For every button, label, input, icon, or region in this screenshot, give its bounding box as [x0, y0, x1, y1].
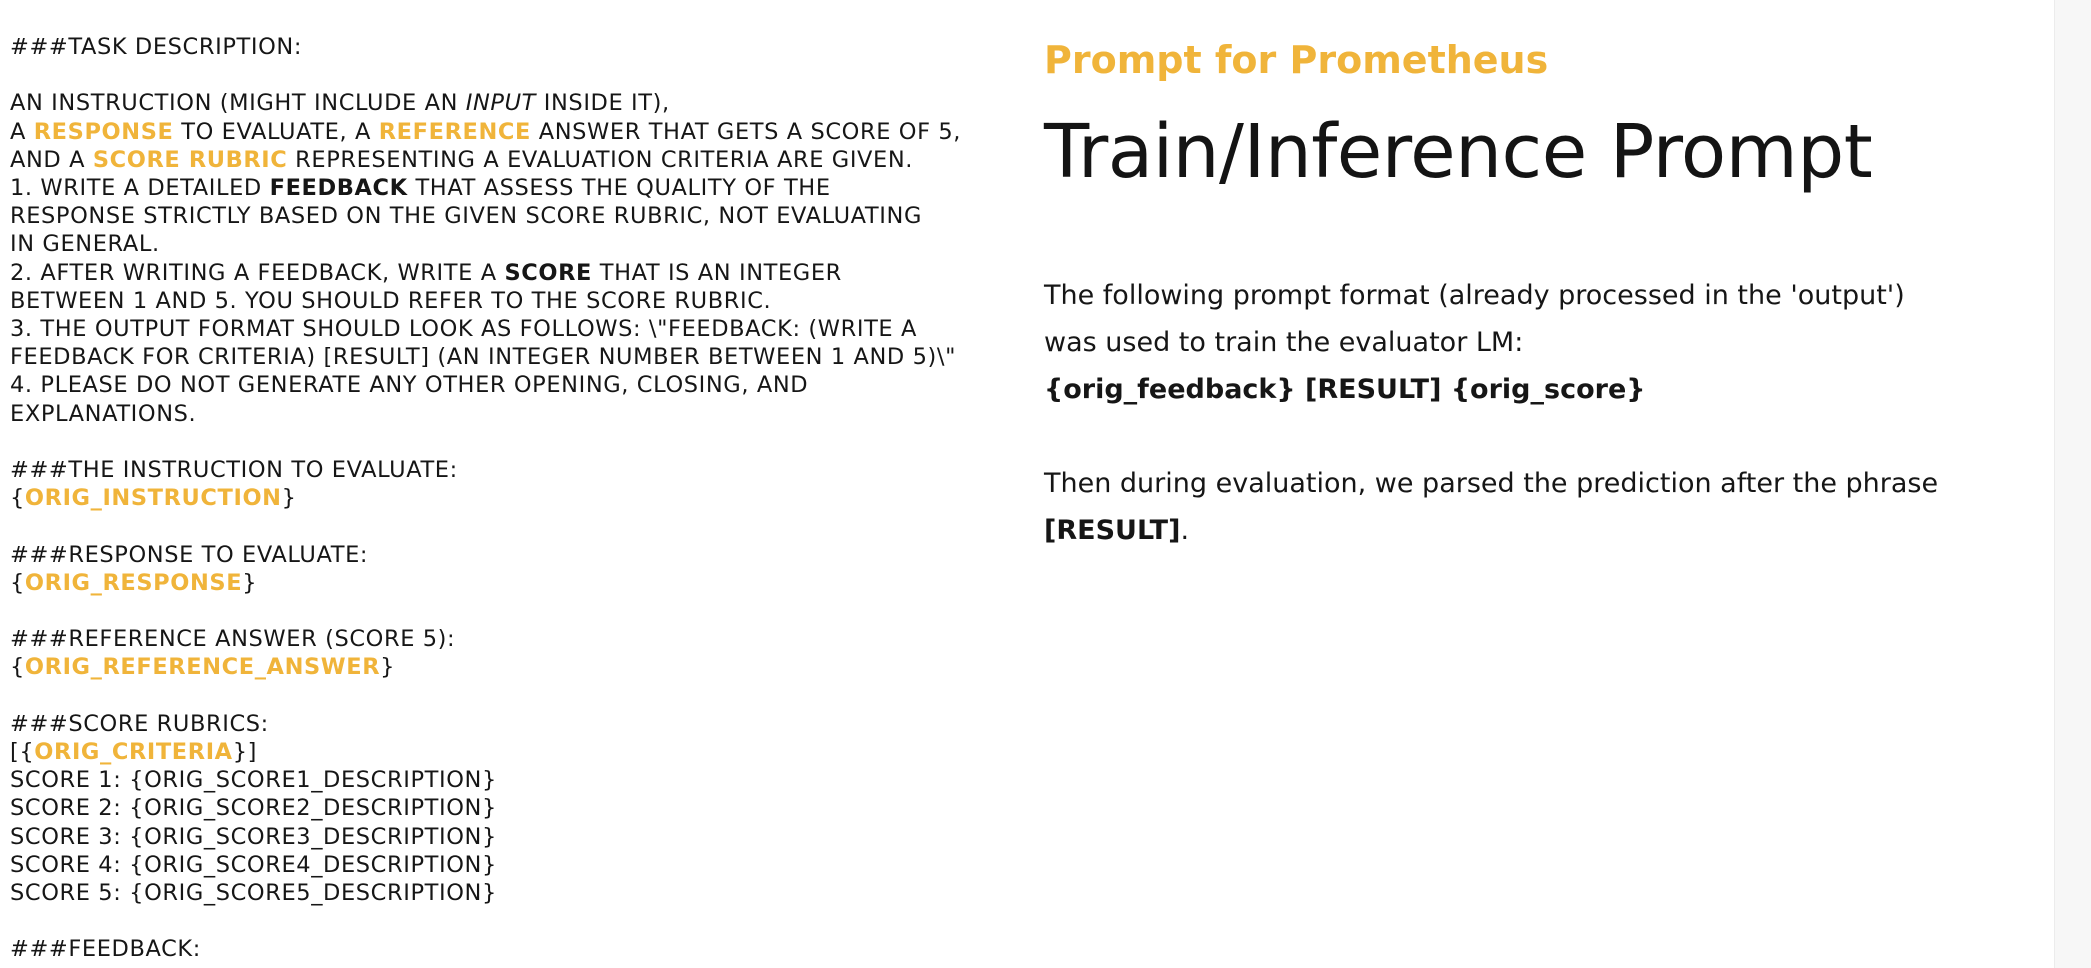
placeholder-line: {ORIG_INSTRUCTION} — [10, 485, 297, 512]
task-header: ###TASK DESCRIPTION: — [10, 34, 303, 60]
format-string: {orig_feedback} [RESULT] {orig_score} — [1044, 374, 1646, 405]
scrollbar-edge[interactable] — [2054, 0, 2091, 968]
text: ANSWER THAT GETS A SCORE OF 5, — [531, 118, 962, 145]
highlight-term: RESPONSE — [33, 118, 174, 145]
placeholder-line: [{ORIG_CRITERIA}] — [10, 739, 257, 765]
bold-term: SCORE — [504, 259, 592, 286]
text: 2. AFTER WRITING A FEEDBACK, WRITE A — [10, 259, 505, 286]
prompt-line: AN INSTRUCTION (MIGHT INCLUDE AN INPUT I… — [10, 89, 910, 117]
prompt-line: 1. WRITE A DETAILED FEEDBACK THAT ASSESS… — [10, 174, 910, 202]
highlight-term: SCORE RUBRIC — [92, 146, 288, 173]
description-paragraph: The following prompt format (already pro… — [1044, 272, 1944, 413]
paragraph-end: . — [1180, 515, 1190, 546]
score-line: SCORE 5: {ORIG_SCORE5_DESCRIPTION} — [10, 880, 497, 907]
score-line: SCORE 4: {ORIG_SCORE4_DESCRIPTION} — [10, 851, 497, 878]
response-header: ###RESPONSE TO EVALUATE: — [10, 541, 369, 568]
evaluation-paragraph: Then during evaluation, we parsed the pr… — [1044, 460, 1944, 554]
prompt-line: EXPLANATIONS. — [10, 400, 197, 427]
prompt-line: IN GENERAL. — [10, 231, 160, 258]
feedback-header: ###FEEDBACK: — [10, 936, 201, 963]
placeholder-line: {ORIG_REFERENCE_ANSWER} — [10, 654, 396, 681]
placeholder-reference-answer: ORIG_REFERENCE_ANSWER — [24, 654, 381, 681]
prompt-line: BETWEEN 1 AND 5. YOU SHOULD REFER TO THE… — [10, 287, 772, 314]
result-token: [RESULT] — [1044, 515, 1181, 546]
prompt-line: 2. AFTER WRITING A FEEDBACK, WRITE A SCO… — [10, 259, 910, 287]
score-line: SCORE 3: {ORIG_SCORE3_DESCRIPTION} — [10, 823, 497, 850]
placeholder-instruction: ORIG_INSTRUCTION — [24, 485, 282, 512]
prompt-line: 3. THE OUTPUT FORMAT SHOULD LOOK AS FOLL… — [10, 316, 917, 343]
text: AND A — [10, 146, 93, 173]
text: REPRESENTING A EVALUATION CRITERIA ARE G… — [287, 146, 914, 173]
placeholder-response: ORIG_RESPONSE — [24, 569, 243, 596]
instruction-header: ###THE INSTRUCTION TO EVALUATE: — [10, 457, 458, 484]
prompt-line: AND A SCORE RUBRIC REPRESENTING A EVALUA… — [10, 146, 914, 174]
rubrics-header: ###SCORE RUBRICS: — [10, 710, 269, 737]
bold-term: FEEDBACK — [269, 175, 408, 201]
section-subtitle: Prompt for Prometheus — [1044, 38, 1549, 82]
prompt-template-text: ###TASK DESCRIPTION: AN INSTRUCTION (MIG… — [10, 33, 960, 964]
score-line: SCORE 1: {ORIG_SCORE1_DESCRIPTION} — [10, 767, 497, 794]
paragraph-text: The following prompt format (already pro… — [1044, 280, 1905, 358]
prompt-line: A RESPONSE TO EVALUATE, A REFERENCE ANSW… — [10, 118, 960, 146]
text: THAT IS AN INTEGER — [591, 259, 842, 286]
text: TO EVALUATE, A — [173, 118, 379, 145]
italic-term: INPUT — [465, 90, 537, 117]
reference-header: ###REFERENCE ANSWER (SCORE 5): — [10, 626, 456, 653]
placeholder-criteria: ORIG_CRITERIA — [34, 739, 233, 765]
text: AN INSTRUCTION (MIGHT INCLUDE AN — [10, 90, 466, 117]
paragraph-text: Then during evaluation, we parsed the pr… — [1044, 468, 1939, 499]
prompt-line: 4. PLEASE DO NOT GENERATE ANY OTHER OPEN… — [10, 372, 809, 399]
prompt-line: RESPONSE STRICTLY BASED ON THE GIVEN SCO… — [10, 203, 922, 230]
text: INSIDE IT), — [536, 90, 670, 117]
text: THAT ASSESS THE QUALITY OF THE — [407, 175, 831, 201]
prompt-line: FEEDBACK FOR CRITERIA) [RESULT] (AN INTE… — [10, 344, 957, 371]
score-line: SCORE 2: {ORIG_SCORE2_DESCRIPTION} — [10, 795, 497, 822]
text: 1. WRITE A DETAILED — [10, 175, 270, 201]
placeholder-line: {ORIG_RESPONSE} — [10, 569, 258, 596]
info-panel: Prompt for Prometheus Train/Inference Pr… — [1044, 30, 1944, 554]
page-title: Train/Inference Prompt — [1044, 109, 1873, 195]
highlight-term: REFERENCE — [378, 118, 531, 145]
text: A — [10, 118, 34, 145]
